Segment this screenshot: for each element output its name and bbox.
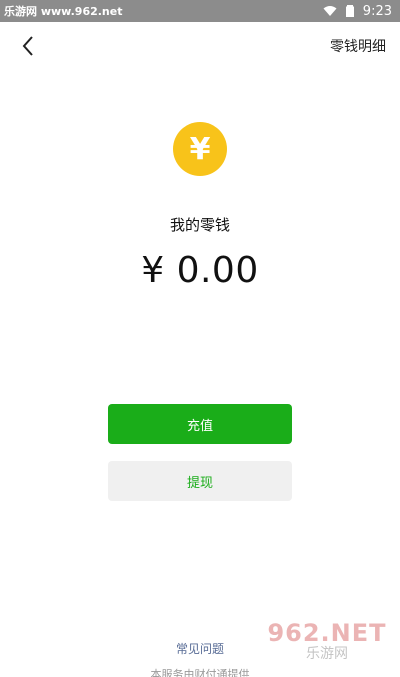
back-button[interactable] <box>14 32 42 60</box>
wallet-label: 我的零钱 <box>169 216 230 234</box>
top-nav: 零钱明细 <box>0 22 400 70</box>
status-bar-right: 9:23 <box>323 4 392 19</box>
status-time: 9:23 <box>362 3 392 19</box>
balance-detail-link[interactable]: 零钱明细 <box>330 36 386 56</box>
site-label: 乐游网 www.962.net <box>4 5 123 18</box>
wifi-icon <box>323 6 337 16</box>
status-bar: 乐游网 www.962.net 9:23 <box>0 0 400 22</box>
withdraw-button[interactable]: 提现 <box>108 461 292 501</box>
coin-icon: ¥ <box>173 122 227 176</box>
topup-button[interactable]: 充值 <box>108 404 292 444</box>
coin-symbol: ¥ <box>189 131 211 167</box>
watermark-logo: 962.NET 乐游网 <box>262 611 392 671</box>
watermark-bottom: 乐游网 <box>306 646 348 662</box>
status-bar-left: 乐游网 www.962.net <box>4 3 122 19</box>
chevron-left-icon <box>22 36 33 56</box>
battery-icon <box>345 5 354 17</box>
balance-amount: ¥ 0.00 <box>141 250 259 291</box>
